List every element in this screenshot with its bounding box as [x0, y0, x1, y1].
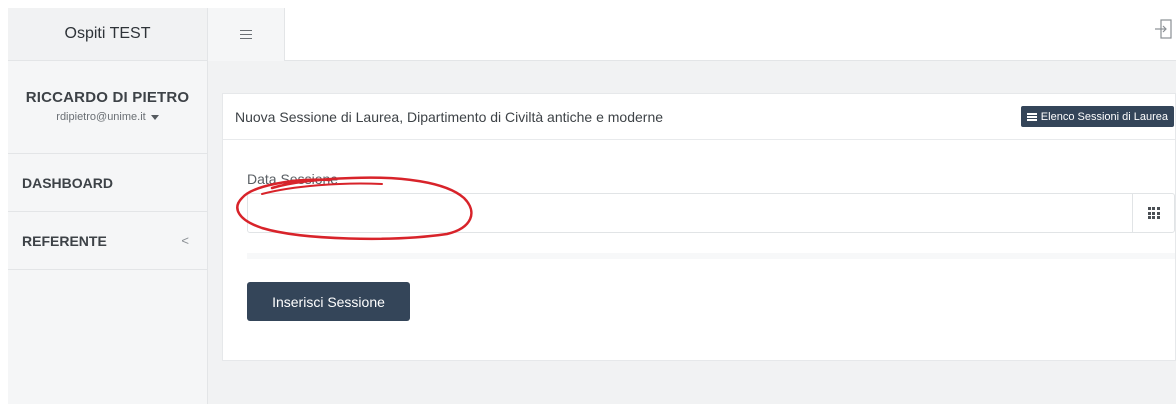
list-icon: [1026, 112, 1037, 121]
top-bar: [208, 8, 1176, 61]
sidebar-item-label: REFERENTE: [22, 232, 107, 249]
user-profile: RICCARDO DI PIETRO rdipietro@unime.it: [8, 61, 207, 154]
chevron-left-icon: <: [181, 233, 189, 248]
user-email: rdipietro@unime.it: [56, 111, 146, 123]
sidebar-toggle-button[interactable]: [208, 8, 285, 61]
session-list-button-label: Elenco Sessioni di Laurea: [1040, 110, 1168, 123]
app-title[interactable]: Ospiti TEST: [8, 8, 207, 61]
submit-session-button[interactable]: Inserisci Sessione: [247, 282, 410, 321]
field-help-strip: [247, 253, 1175, 259]
user-menu-toggle[interactable]: rdipietro@unime.it: [56, 111, 159, 123]
sidebar: Ospiti TEST RICCARDO DI PIETRO rdipietro…: [8, 8, 208, 404]
sidebar-item-referente[interactable]: REFERENTE <: [8, 212, 207, 270]
hamburger-icon: [240, 30, 252, 39]
new-session-card: Nuova Sessione di Laurea, Dipartimento d…: [222, 93, 1176, 361]
app-root: Ospiti TEST RICCARDO DI PIETRO rdipietro…: [8, 8, 1176, 404]
sidebar-item-label: DASHBOARD: [22, 174, 113, 191]
caret-down-icon: [150, 114, 159, 120]
date-field-label: Data Sessione: [247, 171, 339, 187]
sidebar-item-dashboard[interactable]: DASHBOARD: [8, 154, 207, 212]
calendar-button[interactable]: [1132, 194, 1174, 232]
date-input[interactable]: [248, 194, 1128, 232]
calendar-grid-icon: [1147, 207, 1160, 219]
main-content: Nuova Sessione di Laurea, Dipartimento d…: [208, 61, 1176, 404]
logout-icon[interactable]: [1154, 19, 1172, 39]
card-title: Nuova Sessione di Laurea, Dipartimento d…: [235, 108, 664, 125]
date-field: [247, 193, 1175, 233]
card-header: Nuova Sessione di Laurea, Dipartimento d…: [223, 94, 1175, 140]
session-list-button[interactable]: Elenco Sessioni di Laurea: [1020, 106, 1174, 127]
user-name: RICCARDO DI PIETRO: [25, 89, 190, 106]
